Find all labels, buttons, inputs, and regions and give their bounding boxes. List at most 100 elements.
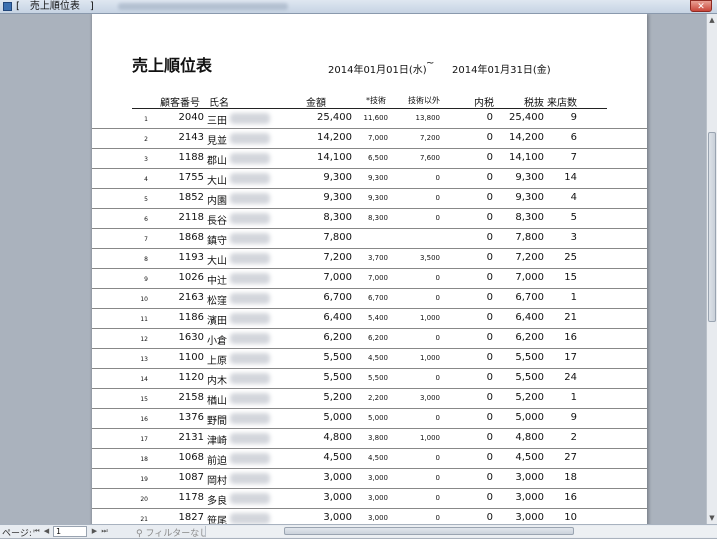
tax-excl-cell: 5,000 [515, 412, 544, 423]
header-visits: 来店数 [547, 98, 577, 109]
tax-excl-cell: 9,300 [515, 172, 544, 183]
visits-cell: 3 [570, 232, 577, 243]
name-cell: 中辻 [207, 276, 227, 287]
name-cell: 多良 [207, 496, 227, 507]
name-cell: 松窪 [207, 296, 227, 307]
tax-excl-cell: 6,200 [515, 332, 544, 343]
customer-no-cell: 1186 [178, 312, 204, 323]
redacted-name [230, 513, 270, 524]
last-page-icon[interactable]: ⏭ [100, 525, 109, 537]
table-row: 5 1852 内園 9,300 9,300 0 0 9,300 4 [92, 189, 647, 209]
tax-excl-cell: 7,200 [515, 252, 544, 263]
vertical-scrollbar[interactable]: ▲ ▼ [706, 14, 717, 524]
non-tech-cell: 0 [435, 294, 440, 302]
table-row: 19 1087 岡村 3,000 3,000 0 0 3,000 18 [92, 469, 647, 489]
visits-cell: 2 [570, 432, 577, 443]
rank-cell: 20 [140, 496, 148, 503]
non-tech-cell: 3,500 [419, 254, 440, 262]
amount-cell: 7,200 [323, 252, 352, 263]
customer-no-cell: 2131 [178, 432, 204, 443]
visits-cell: 9 [570, 112, 577, 123]
tax-incl-cell: 0 [486, 432, 493, 443]
amount-cell: 8,300 [323, 212, 352, 223]
amount-cell: 5,200 [323, 392, 352, 403]
non-tech-cell: 1,000 [419, 354, 440, 362]
table-row: 10 2163 松窪 6,700 6,700 0 0 6,700 1 [92, 289, 647, 309]
name-cell: 上原 [207, 356, 227, 367]
next-page-icon[interactable]: ▶ [90, 525, 99, 537]
rank-cell: 11 [140, 316, 148, 323]
table-row: 12 1630 小倉 6,200 6,200 0 0 6,200 16 [92, 329, 647, 349]
name-cell: 野間 [207, 416, 227, 427]
tax-excl-cell: 7,800 [515, 232, 544, 243]
horizontal-scrollbar[interactable] [205, 526, 717, 537]
customer-no-cell: 1193 [178, 252, 204, 263]
redacted-name [230, 273, 270, 284]
horizontal-scroll-thumb[interactable] [284, 527, 574, 535]
tax-incl-cell: 0 [486, 452, 493, 463]
name-cell: 内園 [207, 196, 227, 207]
filter-status[interactable]: ⚲ フィルターなし [136, 526, 208, 539]
tech-cell: 4,500 [367, 354, 388, 362]
vertical-scroll-thumb[interactable] [708, 132, 716, 322]
table-row: 4 1755 大山 9,300 9,300 0 0 9,300 14 [92, 169, 647, 189]
tax-incl-cell: 0 [486, 132, 493, 143]
redacted-name [230, 413, 270, 424]
tech-cell: 6,500 [367, 154, 388, 162]
customer-no-cell: 1120 [178, 372, 204, 383]
tech-cell: 11,600 [363, 114, 389, 122]
scroll-up-icon[interactable]: ▲ [707, 14, 717, 26]
tax-incl-cell: 0 [486, 212, 493, 223]
rank-cell: 2 [144, 136, 148, 143]
tax-excl-cell: 3,000 [515, 472, 544, 483]
table-row: 9 1026 中辻 7,000 7,000 0 0 7,000 15 [92, 269, 647, 289]
tech-cell: 8,300 [367, 214, 388, 222]
tax-incl-cell: 0 [486, 272, 493, 283]
non-tech-cell: 7,200 [419, 134, 440, 142]
redacted-name [230, 433, 270, 444]
table-row: 18 1068 前迫 4,500 4,500 0 0 4,500 27 [92, 449, 647, 469]
scroll-down-icon[interactable]: ▼ [707, 512, 717, 524]
tax-excl-cell: 9,300 [515, 192, 544, 203]
prev-page-icon[interactable]: ◀ [42, 525, 51, 537]
redacted-name [230, 493, 270, 504]
header-customer-no: 顧客番号 [160, 98, 200, 109]
close-button[interactable]: ✕ [690, 0, 712, 12]
amount-cell: 5,500 [323, 372, 352, 383]
redacted-name [230, 393, 270, 404]
non-tech-cell: 1,000 [419, 314, 440, 322]
tech-cell: 7,000 [367, 134, 388, 142]
page-number-input[interactable]: 1 [53, 526, 87, 537]
name-cell: 岡村 [207, 476, 227, 487]
rank-cell: 21 [140, 516, 148, 523]
table-row: 16 1376 野間 5,000 5,000 0 0 5,000 9 [92, 409, 647, 429]
non-tech-cell: 0 [435, 494, 440, 502]
date-separator: ~ [426, 58, 435, 69]
tax-incl-cell: 0 [486, 292, 493, 303]
visits-cell: 27 [564, 452, 577, 463]
tax-excl-cell: 7,000 [515, 272, 544, 283]
rank-cell: 4 [144, 176, 148, 183]
tech-cell: 3,700 [367, 254, 388, 262]
amount-cell: 3,000 [323, 492, 352, 503]
tax-incl-cell: 0 [486, 392, 493, 403]
table-row: 8 1193 大山 7,200 3,700 3,500 0 7,200 25 [92, 249, 647, 269]
report-title: 売上順位表 [132, 56, 213, 75]
redacted-name [230, 113, 270, 124]
customer-no-cell: 1827 [178, 512, 204, 523]
redacted-name [230, 293, 270, 304]
name-cell: 見並 [207, 136, 227, 147]
customer-no-cell: 2163 [178, 292, 204, 303]
table-row: 2 2143 見並 14,200 7,000 7,200 0 14,200 6 [92, 129, 647, 149]
tech-cell: 4,500 [367, 454, 388, 462]
table-row: 1 2040 三田 25,400 11,600 13,800 0 25,400 9 [92, 109, 647, 129]
header-tax-excl: 税抜 [524, 98, 544, 109]
amount-cell: 4,800 [323, 432, 352, 443]
non-tech-cell: 0 [435, 374, 440, 382]
first-page-icon[interactable]: ⏮ [32, 525, 41, 537]
table-row: 11 1186 濱田 6,400 5,400 1,000 0 6,400 21 [92, 309, 647, 329]
table-row: 15 2158 楢山 5,200 2,200 3,000 0 5,200 1 [92, 389, 647, 409]
header-tax-incl: 内税 [474, 98, 494, 109]
name-cell: 笹尾 [207, 516, 227, 524]
customer-no-cell: 2158 [178, 392, 204, 403]
